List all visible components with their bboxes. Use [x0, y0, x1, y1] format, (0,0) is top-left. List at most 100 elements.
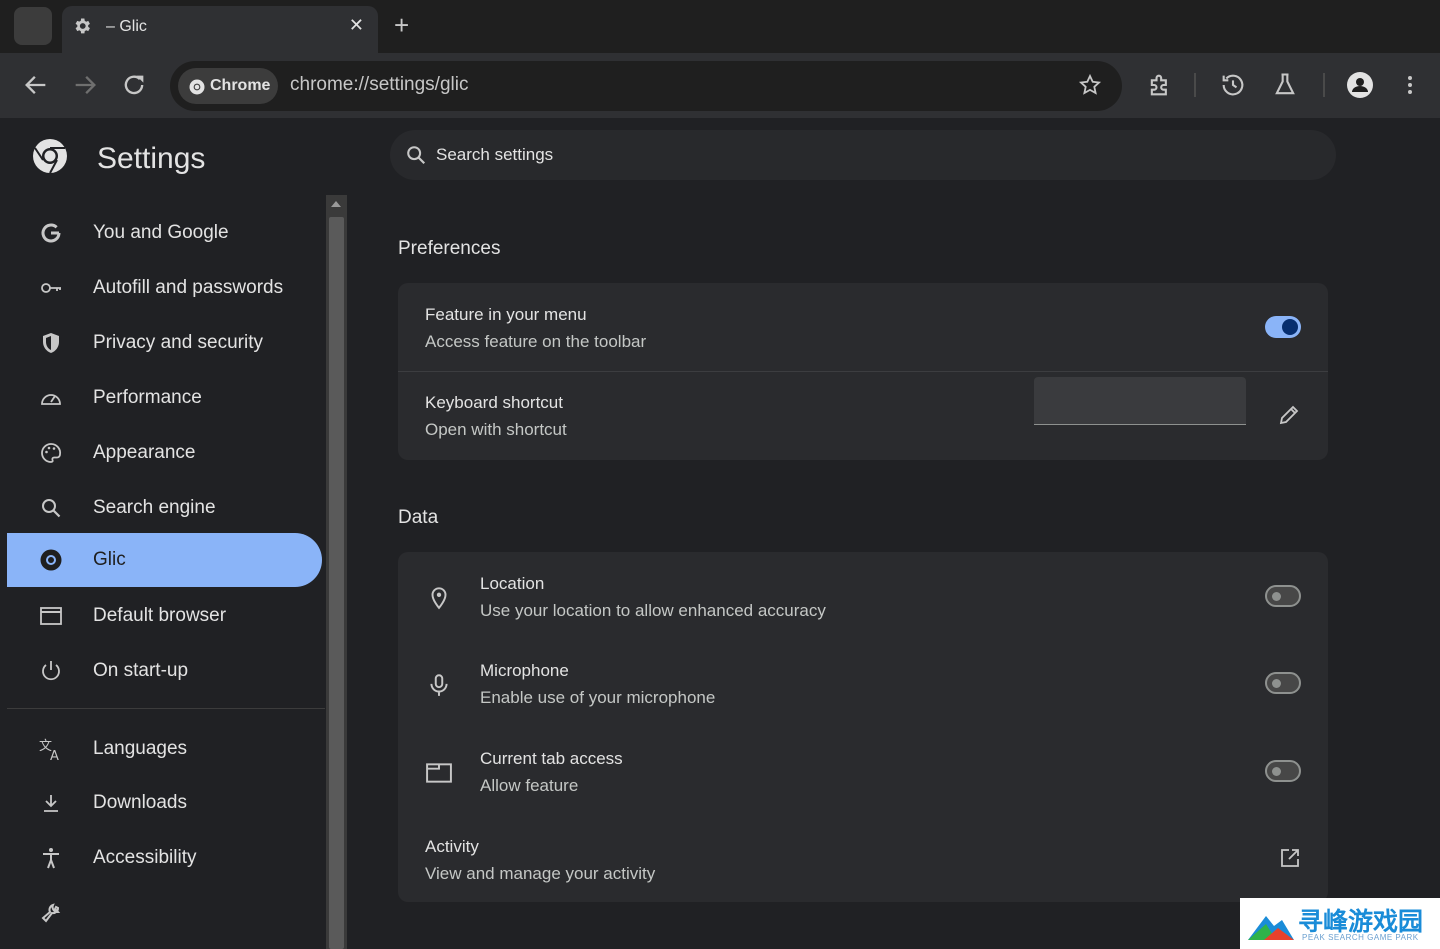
row-subtitle: Use your location to allow enhanced accu… [480, 601, 826, 620]
download-icon [44, 795, 58, 812]
sidebar-item-default-browser[interactable]: Default browser [7, 589, 322, 643]
sidebar-item-accessibility[interactable]: Accessibility [7, 831, 322, 885]
sidebar-item-languages[interactable]: 文A Languages [7, 722, 322, 776]
row-title: Current tab access [480, 749, 623, 768]
row-title: Microphone [480, 661, 569, 680]
gear-icon [75, 18, 90, 34]
sidebar-item-label: Search engine [93, 497, 216, 518]
microphone-toggle[interactable] [1265, 672, 1301, 694]
sidebar-item-on-startup[interactable]: On start-up [7, 644, 322, 698]
new-tab-button[interactable]: + [394, 12, 409, 38]
mountain-logo-icon [1248, 916, 1294, 940]
search-input[interactable] [436, 130, 1316, 180]
power-icon [42, 661, 60, 681]
section-title-data: Data [398, 507, 439, 528]
sidebar-item-system[interactable] [7, 886, 322, 940]
chrome-logo-icon [189, 79, 205, 95]
sidebar-item-label: Glic [93, 549, 126, 570]
row-current-tab-access[interactable]: Current tab access Allow feature [398, 728, 1328, 816]
sidebar-item-downloads[interactable]: Downloads [7, 776, 322, 830]
sidebar-item-you-and-google[interactable]: You and Google [7, 206, 322, 260]
reload-icon[interactable] [120, 71, 148, 99]
sidebar-item-autofill[interactable]: Autofill and passwords [7, 261, 322, 315]
row-title: Activity [425, 837, 479, 856]
forward-arrow-icon[interactable] [71, 71, 99, 99]
sidebar-nav: You and Google Autofill and passwords Pr… [7, 206, 325, 949]
svg-text:A: A [50, 749, 59, 761]
watermark-logo: 寻峰游戏园 PEAK SEARCH GAME PARK [1240, 898, 1440, 949]
sidebar-item-label: Downloads [93, 792, 187, 813]
row-keyboard-shortcut: Keyboard shortcut Open with shortcut [398, 283, 1328, 460]
toolbar-separator [1323, 73, 1325, 97]
wrench-icon [41, 903, 61, 923]
sidebar-scrollbar[interactable] [326, 195, 347, 949]
omnibox[interactable]: Chrome chrome://settings/glic [170, 61, 1122, 111]
row-activity[interactable]: Activity View and manage your activity [398, 816, 1328, 902]
sidebar-item-label: You and Google [93, 222, 229, 243]
browser-toolbar: Chrome chrome://settings/glic [0, 53, 1440, 118]
scroll-thumb[interactable] [329, 217, 344, 949]
google-g-icon [41, 223, 61, 243]
active-tab[interactable]: – Glic ✕ [62, 6, 378, 53]
sidebar-item-privacy[interactable]: Privacy and security [7, 316, 322, 370]
sidebar-item-label: Performance [93, 387, 202, 408]
glic-icon [40, 549, 62, 571]
search-bar[interactable] [390, 130, 1336, 180]
sidebar-item-label: Privacy and security [93, 332, 264, 353]
labs-flask-icon[interactable] [1271, 71, 1299, 99]
row-location[interactable]: Location Use your location to allow enha… [398, 552, 1328, 640]
toolbar-separator [1194, 73, 1196, 97]
tab-search-button[interactable] [14, 7, 52, 45]
row-title: Location [480, 574, 545, 593]
sidebar-item-label: Autofill and passwords [93, 277, 284, 298]
location-toggle[interactable] [1265, 585, 1301, 607]
tab-title: – Glic [106, 18, 147, 35]
history-icon[interactable] [1219, 71, 1247, 99]
url-text[interactable]: chrome://settings/glic [290, 74, 468, 96]
page-title: Settings [97, 142, 206, 175]
chrome-logo-icon [33, 139, 67, 174]
sidebar-item-search-engine[interactable]: Search engine [7, 481, 322, 535]
location-pin-icon [431, 587, 447, 610]
watermark-subtext: PEAK SEARCH GAME PARK [1302, 933, 1419, 942]
current-tab-toggle[interactable] [1265, 760, 1301, 782]
data-card: Location Use your location to allow enha… [398, 552, 1328, 902]
bookmark-star-icon[interactable] [1078, 73, 1102, 97]
scroll-up-arrow-icon[interactable] [331, 201, 341, 207]
window-left-edge [0, 118, 7, 949]
sidebar-item-performance[interactable]: Performance [7, 371, 322, 425]
row-subtitle: Enable use of your microphone [480, 688, 716, 707]
palette-icon [41, 443, 61, 463]
row-subtitle: Allow feature [480, 776, 579, 795]
toggle-knob [1272, 767, 1281, 776]
sidebar-item-label: Default browser [93, 605, 227, 626]
accessibility-icon [43, 848, 59, 869]
toggle-knob [1272, 592, 1281, 601]
search-icon [407, 146, 426, 165]
key-icon [41, 283, 61, 293]
row-subtitle: View and manage your activity [425, 864, 656, 883]
back-arrow-icon[interactable] [22, 71, 50, 99]
preferences-card: Feature in your menu Access feature on t… [398, 283, 1328, 460]
sidebar-item-label: Accessibility [93, 847, 197, 868]
chip-label: Chrome [210, 77, 271, 94]
search-icon [42, 499, 61, 518]
sidebar-item-glic[interactable]: Glic [7, 533, 322, 587]
profile-avatar-icon[interactable] [1346, 71, 1374, 99]
sidebar-item-label: Languages [93, 738, 188, 759]
row-microphone[interactable]: Microphone Enable use of your microphone [398, 640, 1328, 728]
sidebar-item-appearance[interactable]: Appearance [7, 426, 322, 480]
extensions-puzzle-icon[interactable] [1146, 71, 1174, 99]
sidebar-item-label: Appearance [93, 442, 196, 463]
sidebar-divider [7, 708, 325, 709]
open-in-new-icon[interactable] [1278, 846, 1302, 870]
tab-close-button[interactable]: ✕ [349, 15, 364, 36]
section-title-preferences: Preferences [398, 238, 501, 259]
more-vertical-icon[interactable] [1396, 71, 1424, 99]
shortcut-input[interactable] [1034, 377, 1246, 425]
pencil-edit-icon[interactable] [1277, 403, 1301, 427]
settings-page: Settings You and Google Autofill and pas… [0, 118, 1440, 949]
chrome-chip[interactable]: Chrome [178, 68, 278, 104]
row-title: Keyboard shortcut [425, 393, 563, 412]
translate-icon: 文A [39, 739, 59, 761]
